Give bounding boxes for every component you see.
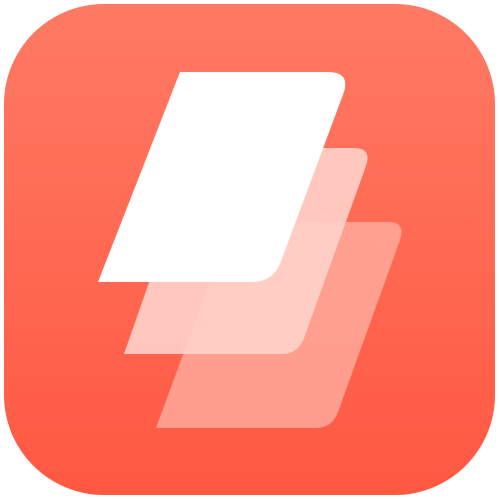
app-icon[interactable] [0, 0, 499, 499]
stacked-cards-icon [4, 4, 495, 495]
icon-canvas [0, 0, 499, 499]
